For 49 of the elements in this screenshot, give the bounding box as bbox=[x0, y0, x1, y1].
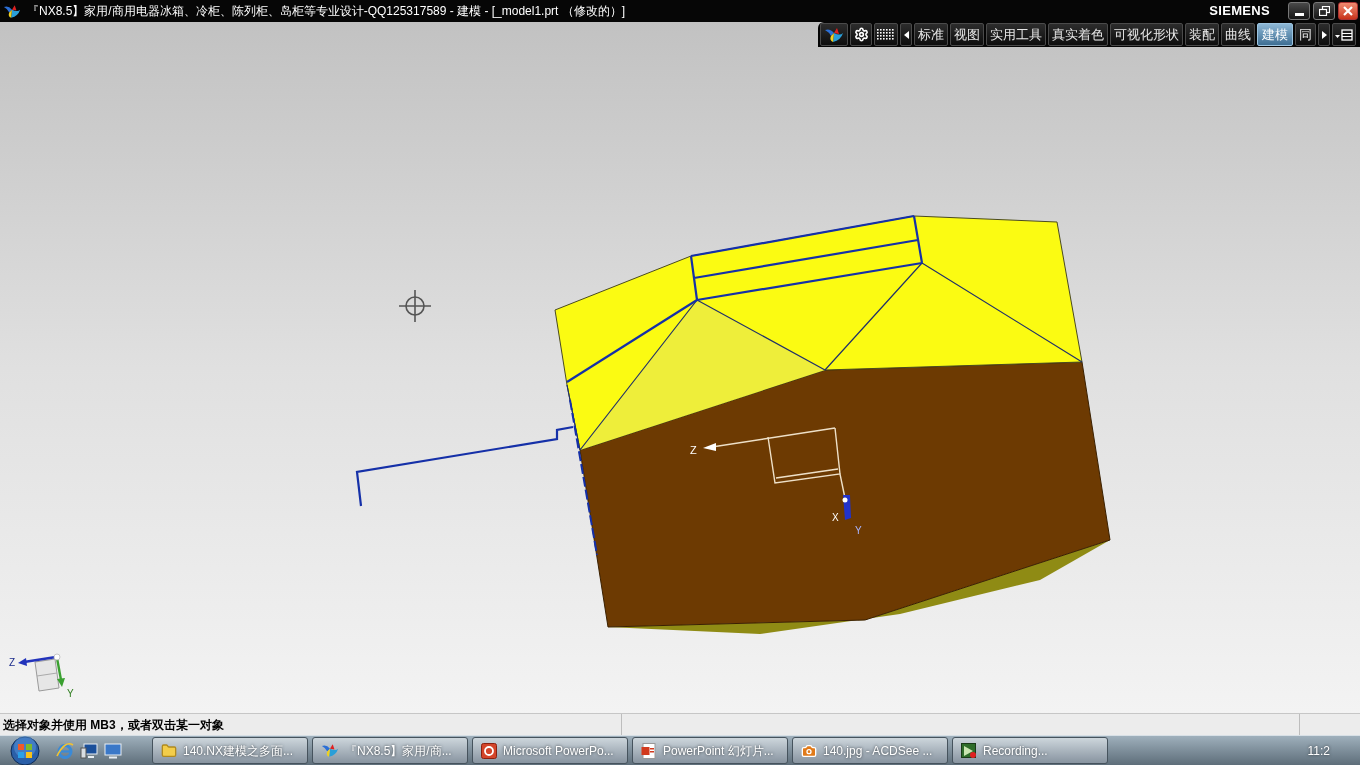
close-icon bbox=[1343, 6, 1353, 16]
ring-tile-icon bbox=[481, 742, 497, 759]
app-logo-button[interactable] bbox=[820, 23, 848, 46]
toolbar-tab[interactable]: 同 bbox=[1295, 23, 1316, 46]
axis-label: Z bbox=[690, 444, 697, 456]
restore-icon bbox=[1318, 6, 1330, 16]
browser-icon[interactable] bbox=[56, 741, 74, 760]
minimize-button[interactable] bbox=[1288, 2, 1310, 20]
camera-icon bbox=[801, 742, 817, 759]
monitor-icon[interactable] bbox=[104, 742, 122, 759]
window-title: 『NX8.5】家用/商用电器冰箱、冷柜、陈列柜、岛柜等专业设计-QQ125317589 - 建模 - [_model1.prt （修改的）] bbox=[27, 3, 626, 20]
toolbar-tab[interactable]: 真实着色 bbox=[1048, 23, 1108, 46]
toolbar-tab[interactable]: 实用工具 bbox=[986, 23, 1046, 46]
axis-label: X bbox=[832, 512, 839, 523]
app-logo-icon bbox=[321, 743, 339, 758]
folder-icon bbox=[161, 742, 177, 759]
play-record-icon bbox=[961, 742, 977, 759]
status-prompt: 选择对象并使用 MB3，或者双击某一对象 bbox=[3, 716, 224, 734]
document-icon bbox=[641, 742, 657, 759]
toolbar-tab[interactable]: 装配 bbox=[1185, 23, 1219, 46]
grid-button[interactable] bbox=[874, 23, 898, 46]
toolbar-tab[interactable]: 曲线 bbox=[1221, 23, 1255, 46]
computer-icon[interactable] bbox=[80, 742, 98, 759]
left-triangle-icon bbox=[903, 30, 909, 39]
scroll-left-button[interactable] bbox=[900, 23, 912, 46]
restore-button[interactable] bbox=[1313, 2, 1335, 20]
scroll-right-button[interactable] bbox=[1318, 23, 1330, 46]
brand-label: SIEMENS bbox=[1209, 2, 1270, 21]
clock-time: 11:2 bbox=[1307, 742, 1330, 760]
axis-label: Y bbox=[855, 525, 862, 536]
axis-label: Y bbox=[67, 688, 74, 699]
dropdown-list-icon bbox=[1335, 28, 1353, 41]
start-button[interactable] bbox=[8, 735, 42, 765]
app-logo-icon bbox=[824, 26, 844, 43]
crosshair-icon bbox=[398, 289, 432, 323]
settings-icon bbox=[853, 27, 869, 42]
toolbar-tab[interactable]: 标准 bbox=[914, 23, 948, 46]
right-triangle-icon bbox=[1321, 30, 1327, 39]
toolbar-options-button[interactable] bbox=[1332, 23, 1356, 46]
view-triad-drawing bbox=[18, 653, 65, 692]
toolbar-tab[interactable]: 视图 bbox=[950, 23, 984, 46]
close-button[interactable] bbox=[1338, 2, 1358, 20]
axis-label: Z bbox=[9, 657, 16, 668]
grid-icon bbox=[877, 28, 895, 41]
windows-logo-icon bbox=[10, 735, 40, 765]
toolbar-tab[interactable]: 可视化形状 bbox=[1110, 23, 1183, 46]
app-logo-icon bbox=[3, 3, 21, 19]
minimize-icon bbox=[1294, 13, 1304, 16]
settings-button[interactable] bbox=[850, 23, 872, 46]
